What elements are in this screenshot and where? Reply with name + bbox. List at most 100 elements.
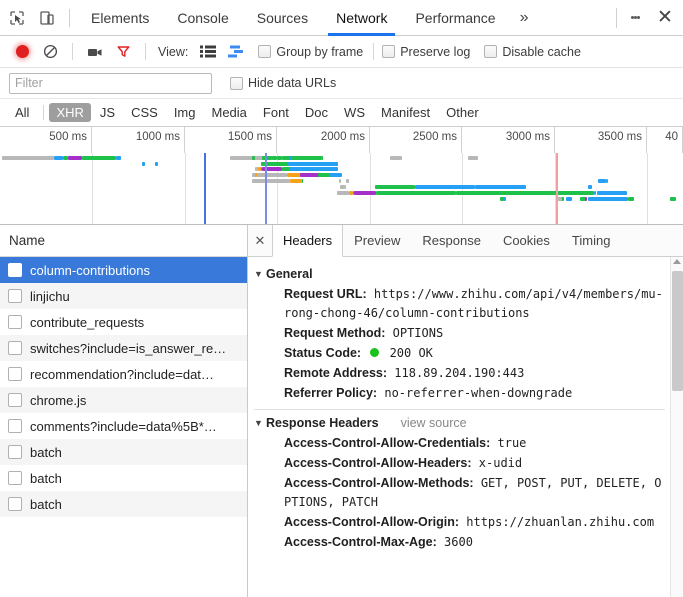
timeline-tick-label: 2000 ms	[320, 131, 365, 143]
overview-request-bar	[346, 179, 349, 183]
table-row[interactable]: chrome.js	[0, 387, 247, 413]
overview-request-bar	[255, 167, 258, 171]
chevron-down-icon: ▼	[254, 418, 263, 428]
table-row[interactable]: column-contributions	[0, 257, 247, 283]
request-row-checkbox[interactable]	[8, 263, 22, 277]
request-row-checkbox[interactable]	[8, 289, 22, 303]
table-row[interactable]: contribute_requests	[0, 309, 247, 335]
response-headers-section-header[interactable]: ▼ Response Headers view source	[254, 415, 665, 431]
disable-cache-label: Disable cache	[502, 44, 581, 59]
type-filter-xhr[interactable]: XHR	[49, 103, 91, 122]
table-row[interactable]: batch	[0, 465, 247, 491]
general-request-method-key: Request Method:	[284, 326, 386, 340]
type-filter-all[interactable]: All	[8, 103, 36, 122]
dom-content-loaded-line	[265, 153, 267, 224]
tabbar-divider	[616, 7, 617, 28]
request-name: linjichu	[30, 288, 70, 304]
group-by-frame-checkbox[interactable]: Group by frame	[258, 45, 363, 59]
tab-cookies[interactable]: Cookies	[492, 225, 561, 256]
overview-request-bar	[282, 156, 322, 160]
tab-performance[interactable]: Performance	[401, 0, 509, 36]
overview-request-bar	[415, 185, 475, 189]
waterfall-view-icon[interactable]	[222, 39, 250, 65]
table-row[interactable]: batch	[0, 439, 247, 465]
toolbar-divider	[145, 43, 146, 60]
overview-request-bar	[290, 167, 338, 171]
request-row-checkbox[interactable]	[8, 497, 22, 511]
resource-type-filters: All XHR JS CSS Img Media Font Doc WS Man…	[0, 99, 683, 127]
timeline-gridline	[647, 153, 648, 224]
view-source-link[interactable]: view source	[401, 415, 467, 431]
general-request-method-value: OPTIONS	[392, 326, 444, 340]
general-remote-address-value: 118.89.204.190:443	[394, 366, 525, 380]
hide-data-urls-checkbox[interactable]: Hide data URLs	[230, 76, 336, 90]
tab-response[interactable]: Response	[411, 225, 492, 256]
request-row-checkbox[interactable]	[8, 445, 22, 459]
table-row[interactable]: batch	[0, 491, 247, 517]
table-row[interactable]: recommendation?include=dat…	[0, 361, 247, 387]
tab-network[interactable]: Network	[322, 0, 401, 36]
response-header-value: https://zhuanlan.zhihu.com	[459, 515, 655, 529]
toolbar-divider	[373, 43, 375, 60]
tab-timing[interactable]: Timing	[561, 225, 622, 256]
overview-request-bar	[300, 173, 320, 177]
tabbar-right-controls: ✕	[612, 3, 681, 33]
overview-request-bar	[603, 179, 605, 183]
timeline-tick-label: 1000 ms	[135, 131, 180, 143]
filter-input[interactable]	[9, 72, 212, 94]
filter-funnel-icon[interactable]	[109, 39, 137, 65]
general-request-url: Request URL: https://www.zhihu.com/api/v…	[254, 285, 665, 323]
more-tabs-button[interactable]: »	[510, 0, 539, 36]
preserve-log-checkbox-box	[382, 45, 396, 58]
table-row[interactable]: switches?include=is_answer_re…	[0, 335, 247, 361]
tab-preview[interactable]: Preview	[343, 225, 411, 256]
general-referrer-policy-value: no-referrer-when-downgrade	[384, 386, 573, 400]
type-filter-manifest[interactable]: Manifest	[374, 103, 437, 122]
tab-sources[interactable]: Sources	[243, 0, 322, 36]
cursor-inspect-icon[interactable]	[2, 3, 32, 33]
type-filter-css[interactable]: CSS	[124, 103, 165, 122]
overview-request-bar	[354, 191, 376, 195]
close-icon[interactable]: ✕	[649, 3, 681, 33]
type-filter-js[interactable]: JS	[93, 103, 122, 122]
details-close-icon[interactable]: ✕	[248, 225, 272, 256]
details-scrollbar[interactable]	[670, 257, 683, 597]
overview-request-bar	[339, 179, 341, 183]
response-header-row: Access-Control-Allow-Origin: https://zhu…	[254, 513, 665, 532]
request-row-checkbox[interactable]	[8, 471, 22, 485]
response-header-value: true	[490, 436, 527, 450]
scroll-up-arrow-icon[interactable]	[673, 259, 681, 264]
general-section-header[interactable]: ▼ General	[254, 266, 665, 282]
preserve-log-checkbox[interactable]: Preserve log	[382, 45, 470, 59]
table-row[interactable]: linjichu	[0, 283, 247, 309]
device-toolbar-icon[interactable]	[32, 3, 62, 33]
filmstrip-camera-icon[interactable]	[81, 39, 109, 65]
request-row-checkbox[interactable]	[8, 393, 22, 407]
type-filter-ws[interactable]: WS	[337, 103, 372, 122]
request-list-header[interactable]: Name	[0, 225, 247, 257]
response-header-row: Access-Control-Allow-Credentials: true	[254, 434, 665, 453]
overview-request-bar	[524, 185, 526, 189]
network-overview-timeline[interactable]: 500 ms 1000 ms 1500 ms 2000 ms 2500 ms 3000 m…	[0, 127, 683, 225]
list-view-icon[interactable]	[194, 39, 222, 65]
type-filter-media[interactable]: Media	[204, 103, 253, 122]
type-filter-other[interactable]: Other	[439, 103, 486, 122]
type-filter-doc[interactable]: Doc	[298, 103, 335, 122]
hide-data-urls-label: Hide data URLs	[248, 76, 337, 90]
type-filter-img[interactable]: Img	[167, 103, 203, 122]
tab-console[interactable]: Console	[163, 0, 242, 36]
request-row-checkbox[interactable]	[8, 315, 22, 329]
request-row-checkbox[interactable]	[8, 341, 22, 355]
tab-elements[interactable]: Elements	[77, 0, 163, 36]
scrollbar-thumb[interactable]	[672, 271, 683, 391]
request-row-checkbox[interactable]	[8, 419, 22, 433]
table-row[interactable]: comments?include=data%5B*…	[0, 413, 247, 439]
type-filter-font[interactable]: Font	[256, 103, 296, 122]
overview-request-bar	[290, 156, 291, 160]
tab-headers[interactable]: Headers	[272, 225, 344, 257]
kebab-menu-icon[interactable]	[621, 3, 649, 33]
clear-icon[interactable]	[36, 39, 64, 65]
disable-cache-checkbox[interactable]: Disable cache	[484, 45, 581, 59]
record-button-icon[interactable]	[8, 39, 36, 65]
request-row-checkbox[interactable]	[8, 367, 22, 381]
